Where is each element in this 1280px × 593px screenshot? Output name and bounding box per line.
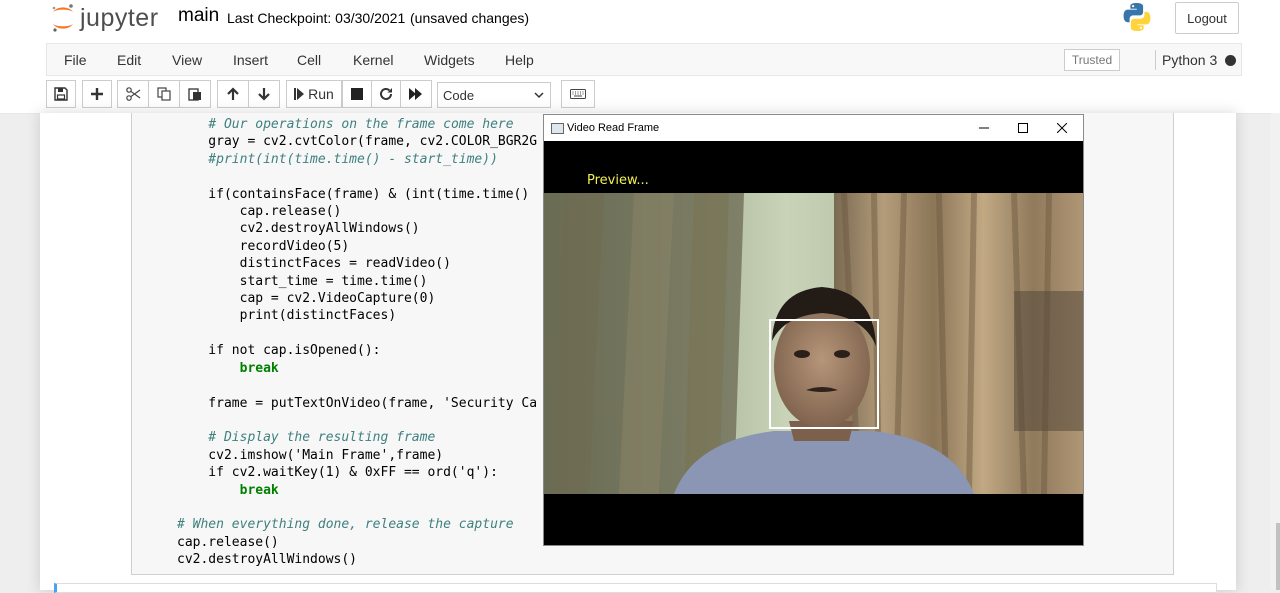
- code-line: print(distinctFaces): [177, 308, 397, 324]
- minimize-icon: [979, 127, 989, 129]
- camera-feed-image: [544, 141, 1083, 545]
- menu-widgets[interactable]: Widgets: [424, 52, 475, 68]
- run-button[interactable]: Run: [286, 80, 342, 108]
- insert-cell-button[interactable]: [82, 80, 112, 108]
- code-line: cv2.imshow('Main Frame',frame): [177, 447, 444, 463]
- copy-icon: [157, 87, 171, 101]
- move-down-button[interactable]: [248, 80, 280, 108]
- jupyter-logo[interactable]: jupyter: [50, 2, 159, 34]
- menu-cell[interactable]: Cell: [297, 52, 321, 68]
- video-window-title: Video Read Frame: [567, 122, 660, 134]
- restart-icon: [380, 87, 392, 100]
- code-line: gray = cv2.cvtColor(frame, cv2.COLOR_BGR…: [177, 134, 538, 150]
- code-line: distinctFaces = readVideo(): [177, 256, 451, 272]
- menu-view[interactable]: View: [172, 52, 202, 68]
- code-line: # Our operations on the frame come here: [177, 117, 514, 132]
- plus-icon: [91, 88, 103, 100]
- code-editor[interactable]: # Our operations on the frame come here …: [177, 116, 537, 569]
- code-line: frame = putTextOnVideo(frame, 'Security …: [177, 395, 538, 411]
- code-line: cv2.destroyAllWindows(): [177, 552, 358, 568]
- menu-edit[interactable]: Edit: [117, 52, 141, 68]
- code-line: cap.release(): [177, 534, 279, 550]
- cut-icon: [125, 87, 140, 101]
- cut-button[interactable]: [117, 80, 149, 108]
- code-line: # When everything done, release the capt…: [177, 517, 514, 533]
- save-icon: [54, 87, 68, 101]
- move-up-button[interactable]: [217, 80, 249, 108]
- copy-button[interactable]: [148, 80, 180, 108]
- arrow-down-icon: [258, 88, 270, 101]
- chevron-down-icon: [534, 92, 544, 99]
- trusted-indicator[interactable]: Trusted: [1064, 49, 1120, 71]
- save-button[interactable]: [46, 80, 76, 108]
- code-line: cap = cv2.VideoCapture(0): [177, 291, 436, 307]
- kernel-status-indicator: [1225, 55, 1236, 66]
- video-overlay-text: Preview...: [587, 173, 649, 188]
- maximize-button[interactable]: [1003, 115, 1043, 141]
- jupyter-logo-text: jupyter: [80, 3, 159, 32]
- code-line: cv2.destroyAllWindows(): [177, 221, 420, 237]
- app-window-icon: [551, 123, 564, 134]
- close-icon: [1057, 123, 1067, 133]
- command-palette-button[interactable]: [561, 80, 595, 108]
- menu-insert[interactable]: Insert: [233, 52, 268, 68]
- interrupt-button[interactable]: [342, 80, 372, 108]
- run-label: Run: [308, 86, 334, 102]
- page-scrollbar[interactable]: [1270, 113, 1280, 590]
- code-line: break: [177, 482, 279, 498]
- restart-run-all-button[interactable]: [400, 80, 432, 108]
- notebook-name[interactable]: main: [178, 5, 219, 27]
- cell-type-select[interactable]: Code: [437, 82, 551, 108]
- stop-icon: [351, 88, 363, 100]
- keyboard-icon: [570, 89, 586, 99]
- restart-button[interactable]: [371, 80, 401, 108]
- code-line: if(containsFace(frame) & (int(time.time(…: [177, 186, 530, 202]
- paste-icon: [188, 88, 201, 101]
- paste-button[interactable]: [179, 80, 211, 108]
- code-line: if cv2.waitKey(1) & 0xFF == ord('q'):: [177, 465, 498, 481]
- code-line: #print(int(time.time() - start_time)): [177, 151, 498, 167]
- cell-type-value: Code: [443, 87, 475, 103]
- checkpoint-status: Last Checkpoint: 03/30/2021: [227, 10, 406, 26]
- code-line: start_time = time.time(): [177, 273, 428, 289]
- video-window[interactable]: Video Read Frame Preview...: [543, 114, 1084, 546]
- scrollbar-thumb[interactable]: [1276, 523, 1280, 590]
- jupyter-logo-icon: [52, 4, 73, 32]
- next-cell[interactable]: [54, 583, 1217, 593]
- kernel-name[interactable]: Python 3: [1162, 52, 1217, 68]
- code-line: break: [177, 360, 279, 376]
- code-line: cap.release(): [177, 204, 342, 220]
- menu-bar: File Edit View Insert Cell Kernel Widget…: [46, 43, 1242, 76]
- fast-forward-icon: [409, 88, 422, 100]
- maximize-icon: [1018, 123, 1028, 133]
- video-frame: Preview...: [544, 141, 1083, 545]
- autosave-status: (unsaved changes): [410, 10, 530, 26]
- video-window-titlebar[interactable]: Video Read Frame: [544, 115, 1083, 141]
- menu-kernel[interactable]: Kernel: [353, 52, 393, 68]
- minimize-button[interactable]: [964, 115, 1004, 141]
- code-comment: # Our operations on the frame come here: [208, 117, 514, 132]
- arrow-up-icon: [227, 87, 239, 100]
- python-logo-icon: [1122, 2, 1152, 37]
- close-button[interactable]: [1042, 115, 1082, 141]
- notebook-toolbar: Run Code: [46, 80, 646, 110]
- kernel-divider: [1155, 50, 1156, 70]
- code-line: recordVideo(5): [177, 238, 350, 254]
- code-line: if not cap.isOpened():: [177, 343, 381, 359]
- menu-file[interactable]: File: [64, 52, 87, 68]
- logout-button[interactable]: Logout: [1175, 2, 1239, 34]
- step-forward-icon: [294, 88, 305, 100]
- code-line: # Display the resulting frame: [177, 430, 436, 446]
- notebook-header: jupyter main Last Checkpoint: 03/30/2021…: [0, 0, 1280, 114]
- menu-help[interactable]: Help: [505, 52, 534, 68]
